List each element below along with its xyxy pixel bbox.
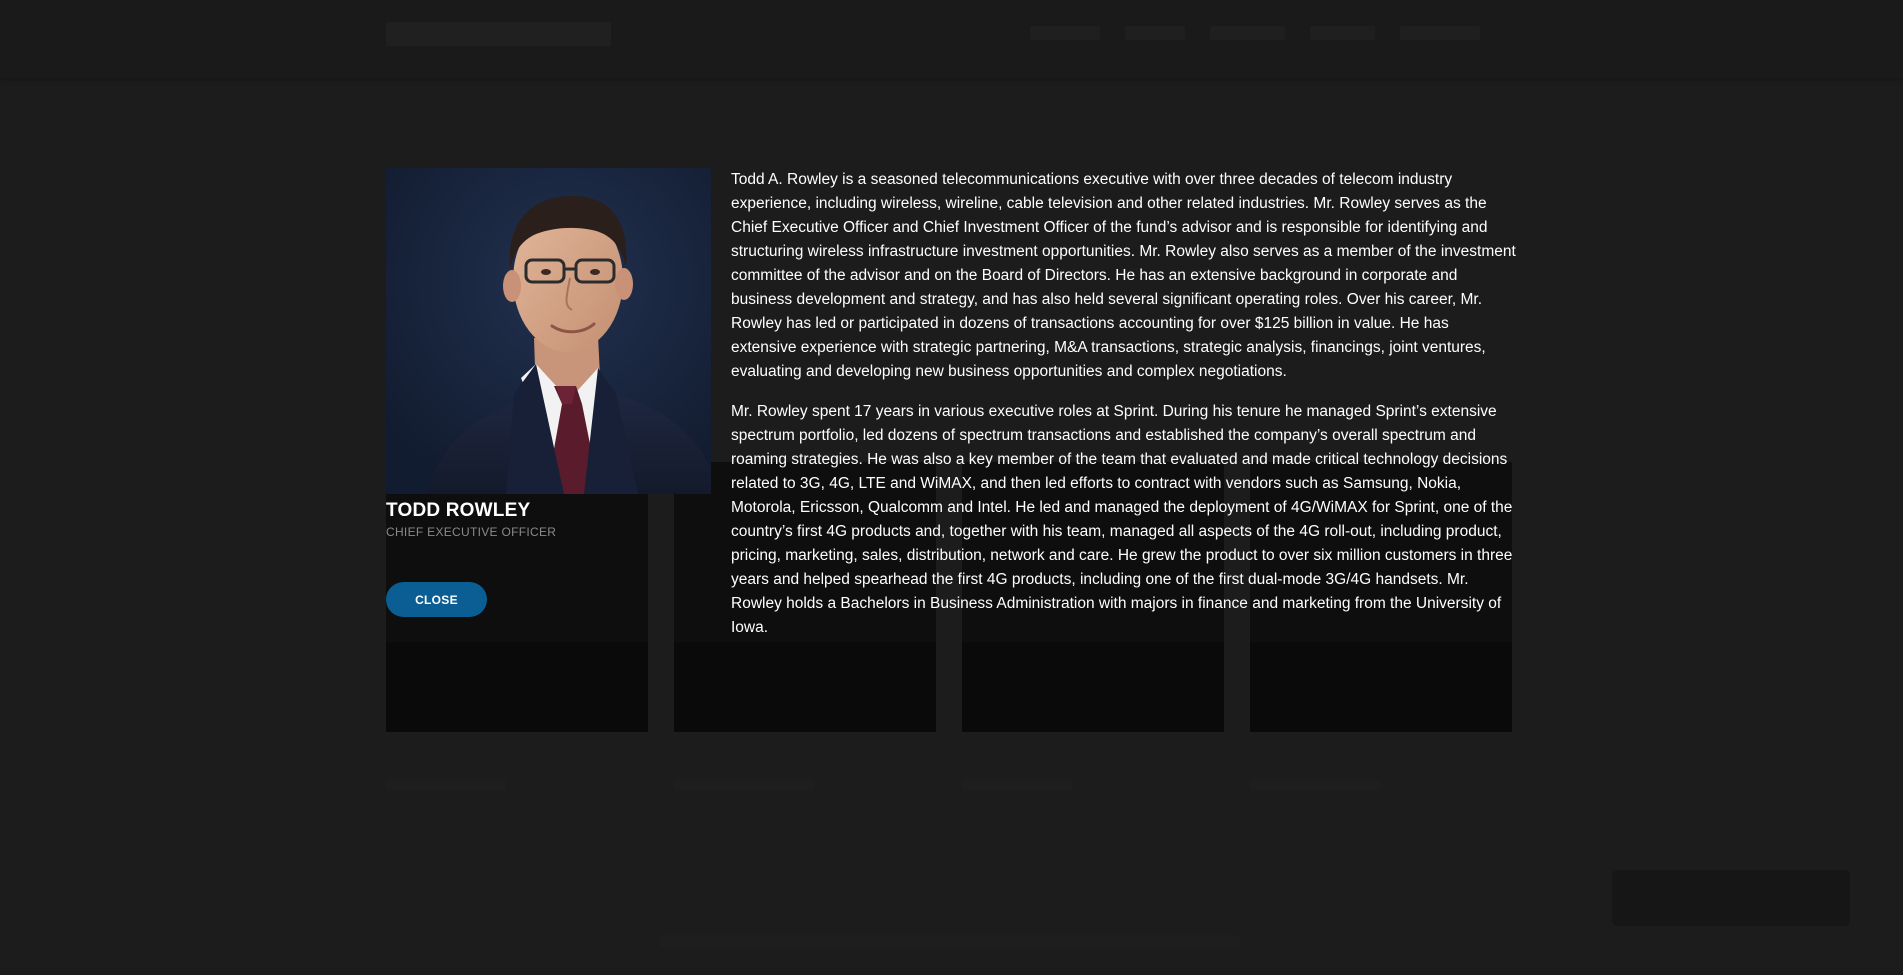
profile-bio: Todd A. Rowley is a seasoned telecommuni… bbox=[731, 168, 1516, 656]
bio-modal: TODD ROWLEY CHIEF EXECUTIVE OFFICER CLOS… bbox=[386, 168, 1516, 638]
site-logo bbox=[386, 22, 611, 46]
bio-paragraph: Mr. Rowley spent 17 years in various exe… bbox=[731, 403, 1513, 636]
nav-link bbox=[1030, 26, 1100, 40]
team-card-caption bbox=[386, 780, 506, 790]
close-button[interactable]: CLOSE bbox=[386, 582, 487, 617]
site-header bbox=[0, 0, 1903, 78]
team-card-caption bbox=[674, 780, 814, 790]
chat-widget bbox=[1612, 870, 1850, 926]
bio-paragraph: Todd A. Rowley is a seasoned telecommuni… bbox=[731, 171, 1516, 380]
profile-name: TODD ROWLEY bbox=[386, 500, 531, 521]
profile-photo bbox=[386, 168, 711, 494]
nav-link bbox=[1125, 26, 1185, 40]
nav-link bbox=[1400, 26, 1480, 40]
nav-link bbox=[1210, 26, 1285, 40]
nav-link bbox=[1310, 26, 1375, 40]
profile-title: CHIEF EXECUTIVE OFFICER bbox=[386, 525, 557, 539]
site-footer bbox=[660, 935, 1240, 947]
portrait-illustration bbox=[386, 168, 711, 494]
team-card-caption bbox=[962, 780, 1072, 790]
team-card-caption bbox=[1250, 780, 1380, 790]
